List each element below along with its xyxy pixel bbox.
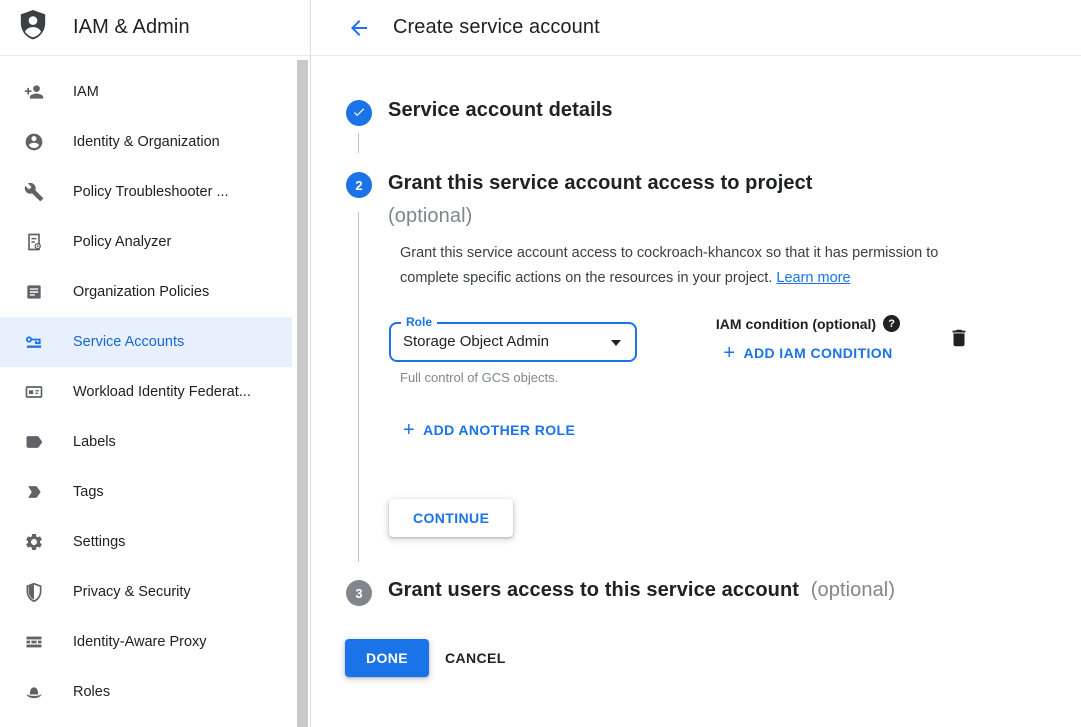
step-connector [358,212,359,562]
sidebar-item-iam[interactable]: IAM [0,67,292,117]
step2-title-text: Grant this service account access to pro… [388,167,948,200]
caret-down-icon [611,340,621,346]
sidebar-item-label: Organization Policies [73,284,209,300]
step2-optional-text: (optional) [388,200,948,233]
step3-optional-text: (optional) [811,579,895,601]
sidebar-item-policy-analyzer[interactable]: Policy Analyzer [0,217,292,267]
sidebar-item-label: Identity-Aware Proxy [73,634,207,650]
sidebar-item-tags[interactable]: Tags [0,467,292,517]
sidebar-item-organization-policies[interactable]: Organization Policies [0,267,292,317]
sidebar-item-labels[interactable]: Labels [0,417,292,467]
step1-complete-badge [346,100,372,126]
sidebar-item-label: Service Accounts [73,334,184,350]
learn-more-link[interactable]: Learn more [776,270,850,286]
step3-number: 3 [355,586,362,601]
page-title: Create service account [393,16,600,39]
help-glyph: ? [888,318,895,330]
iam-admin-app: IAM & Admin Create service account IAM I… [0,0,1081,727]
step2-number-badge: 2 [346,172,372,198]
step3-number-badge: 3 [346,580,372,606]
role-select[interactable]: Role Storage Object Admin [389,322,637,362]
help-icon[interactable]: ? [883,315,900,332]
create-service-account-form: Service account details 2 Grant this ser… [311,56,1081,727]
step2-description: Grant this service account access to coc… [400,241,984,291]
check-icon [352,105,366,122]
sidebar-item-settings[interactable]: Settings [0,517,292,567]
person-add-icon [24,82,44,102]
policy-analyzer-icon [24,232,44,252]
sidebar-item-roles[interactable]: Roles [0,667,292,717]
role-select-label: Role [401,315,437,329]
plus-icon: + [403,423,415,437]
sidebar-item-label: Labels [73,434,116,450]
sidebar-item-identity-organization[interactable]: Identity & Organization [0,117,292,167]
sidebar-item-privacy-security[interactable]: Privacy & Security [0,567,292,617]
sidebar-item-identity-aware-proxy[interactable]: Identity-Aware Proxy [0,617,292,667]
tag-arrow-icon [24,482,44,502]
gear-icon [24,532,44,552]
label-icon [24,432,44,452]
sidebar-item-label: Settings [73,534,125,550]
continue-button[interactable]: CONTINUE [389,499,513,537]
sidebar-item-label: IAM [73,84,99,100]
step2-number: 2 [355,178,362,193]
step3-title: Grant users access to this service accou… [388,579,895,602]
step2-title: Grant this service account access to pro… [388,167,948,233]
sidebar-item-policy-troubleshooter[interactable]: Policy Troubleshooter ... [0,167,292,217]
plus-icon: + [723,346,735,360]
hat-icon [24,682,44,702]
iam-admin-shield-icon [18,9,48,46]
role-helper-text: Full control of GCS objects. [400,370,558,385]
add-another-role-button[interactable]: + ADD ANOTHER ROLE [403,422,575,438]
done-button[interactable]: DONE [345,639,429,677]
sidebar-header: IAM & Admin [0,0,311,56]
sidebar-item-label: Policy Analyzer [73,234,171,250]
main-header: Create service account [311,0,1081,56]
delete-role-trash-icon[interactable] [948,327,970,349]
sidebar-item-label: Policy Troubleshooter ... [73,184,229,200]
iam-condition-block: IAM condition (optional) ? + ADD IAM CON… [701,315,915,361]
wrench-icon [24,182,44,202]
back-arrow-icon[interactable] [347,16,371,40]
sidebar-item-label: Tags [73,484,104,500]
card-icon [24,382,44,402]
role-select-value: Storage Object Admin [391,324,635,360]
add-iam-condition-button[interactable]: + ADD IAM CONDITION [701,345,915,361]
step3-title-text: Grant users access to this service accou… [388,579,799,601]
add-iam-condition-label: ADD IAM CONDITION [743,345,892,361]
sidebar-item-service-accounts[interactable]: Service Accounts [0,317,292,367]
sidebar-nav: IAM Identity & Organization Policy Troub… [0,56,311,727]
cancel-button[interactable]: CANCEL [437,639,514,677]
sidebar-item-label: Privacy & Security [73,584,191,600]
document-list-icon [24,282,44,302]
sidebar-item-label: Workload Identity Federat... [73,384,251,400]
sidebar-item-label: Roles [73,684,110,700]
add-another-role-label: ADD ANOTHER ROLE [423,422,575,438]
service-account-key-icon [24,332,44,352]
account-circle-icon [24,132,44,152]
iam-condition-label: IAM condition (optional) [716,316,876,332]
step2-description-text: Grant this service account access to coc… [400,245,938,286]
step-connector [358,133,359,153]
shield-half-icon [24,582,44,602]
app-title: IAM & Admin [73,16,190,39]
sidebar-scrollbar-thumb[interactable] [297,60,308,727]
step1-title: Service account details [388,99,613,122]
proxy-stripes-icon [24,632,44,652]
sidebar-item-workload-identity-federation[interactable]: Workload Identity Federat... [0,367,292,417]
sidebar-item-label: Identity & Organization [73,134,220,150]
